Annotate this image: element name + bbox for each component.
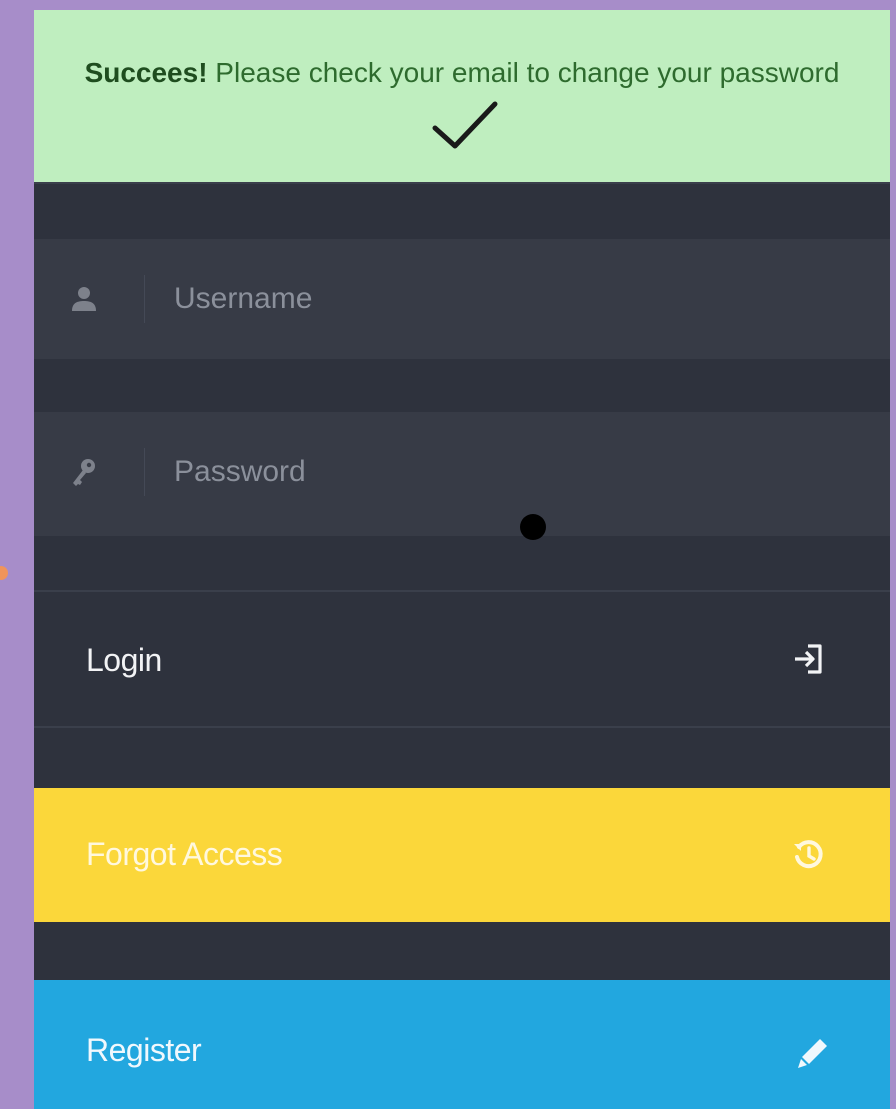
forgot-access-label: Forgot Access xyxy=(86,836,283,872)
pencil-icon xyxy=(798,1039,827,1068)
register-label: Register xyxy=(86,1032,202,1068)
login-panel: Succees! Please check your email to chan… xyxy=(34,10,890,1109)
password-input[interactable] xyxy=(174,442,854,502)
alert-message: Please check your email to change your p… xyxy=(207,57,840,88)
user-icon xyxy=(72,287,96,311)
login-button[interactable]: Login xyxy=(34,590,890,728)
login-label: Login xyxy=(86,642,162,678)
checkmark-icon xyxy=(432,101,498,149)
field-divider xyxy=(144,448,145,496)
cursor-marker xyxy=(520,514,546,540)
alert-text: Succees! Please check your email to chan… xyxy=(72,48,852,152)
forgot-access-button[interactable]: Forgot Access xyxy=(34,788,890,922)
password-field xyxy=(34,412,890,536)
alert-strong: Succees! xyxy=(84,57,208,88)
username-input[interactable] xyxy=(174,269,854,329)
success-alert: Succees! Please check your email to chan… xyxy=(34,10,890,184)
key-icon xyxy=(73,459,95,486)
sign-in-icon xyxy=(795,644,822,674)
register-button[interactable]: Register xyxy=(34,980,890,1109)
field-divider xyxy=(144,275,145,323)
history-icon xyxy=(794,840,823,869)
decorative-dot xyxy=(0,566,8,580)
username-field xyxy=(34,239,890,359)
